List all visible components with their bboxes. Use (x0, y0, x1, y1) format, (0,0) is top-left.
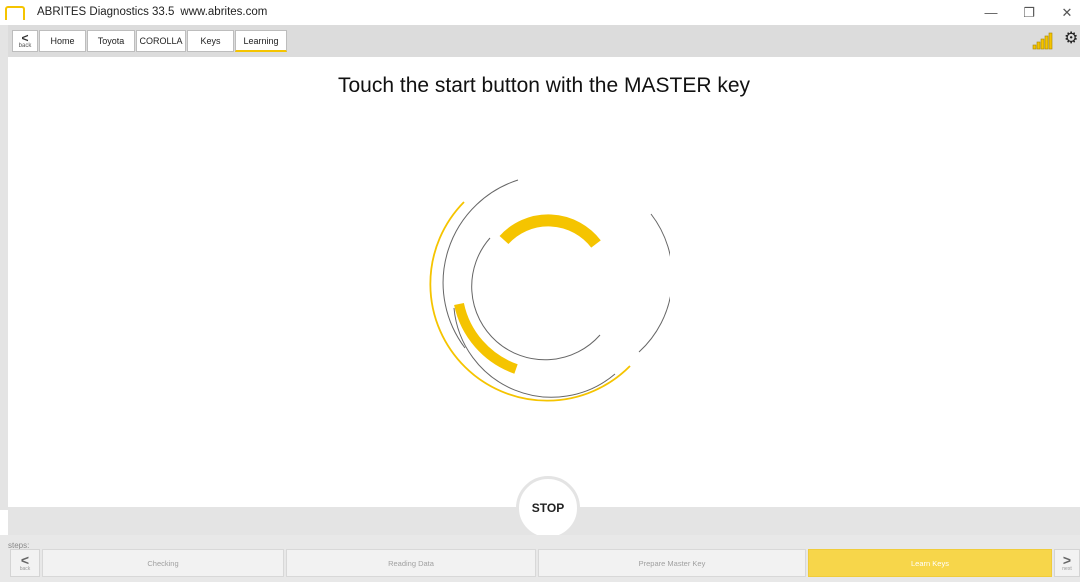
step-next-label: next (1062, 566, 1072, 572)
breadcrumb-keys[interactable]: Keys (187, 30, 234, 52)
step-back-button[interactable]: < back (10, 549, 40, 577)
spinner-lower-gray-arc (453, 307, 616, 398)
app-name: ABRITES Diagnostics 33.5 (37, 6, 175, 18)
instruction-heading: Touch the start button with the MASTER k… (337, 74, 751, 97)
step-prepare-master-key: Prepare Master Key (538, 549, 806, 577)
abrites-logo-icon (5, 6, 25, 20)
window-title: ABRITES Diagnostics 33.5 www.abrites.com (37, 6, 267, 18)
breadcrumb-corolla[interactable]: COROLLA (136, 30, 186, 52)
step-next-button[interactable]: > next (1054, 549, 1080, 577)
title-bar: ABRITES Diagnostics 33.5 www.abrites.com … (0, 0, 1080, 25)
breadcrumb-toolbar: < back Home Toyota COROLLA Keys Learning… (8, 25, 1080, 57)
back-button[interactable]: < back (12, 30, 38, 52)
spinner-lower-yellow-arc (454, 302, 518, 374)
spinner-outer-yellow-arc (429, 201, 631, 402)
spinner-outer-gray-arc-right (638, 213, 670, 353)
breadcrumb-learning[interactable]: Learning (235, 30, 287, 52)
stop-button[interactable]: STOP (516, 476, 580, 540)
step-learn-keys: Learn Keys (808, 549, 1052, 577)
spinner-inner-gray-arc (471, 237, 601, 361)
chevron-left-icon: < (21, 30, 29, 45)
step-back-label: back (19, 566, 31, 572)
back-label: back (18, 42, 32, 49)
signal-strength-icon (1032, 32, 1053, 50)
app-url: www.abrites.com (180, 6, 268, 18)
breadcrumb-home[interactable]: Home (39, 30, 86, 52)
step-reading-data: Reading Data (286, 549, 536, 577)
spinner-inner-yellow-arc (499, 214, 601, 248)
step-checking: Checking (42, 549, 284, 577)
close-icon[interactable]: ✕ (1044, 0, 1080, 25)
chevron-left-icon: < (20, 552, 30, 568)
chevron-right-icon: > (1062, 552, 1072, 568)
loading-spinner (429, 179, 670, 402)
gear-icon[interactable]: ⚙ (1064, 30, 1080, 48)
breadcrumb-toyota[interactable]: Toyota (87, 30, 135, 52)
left-border (0, 25, 8, 510)
